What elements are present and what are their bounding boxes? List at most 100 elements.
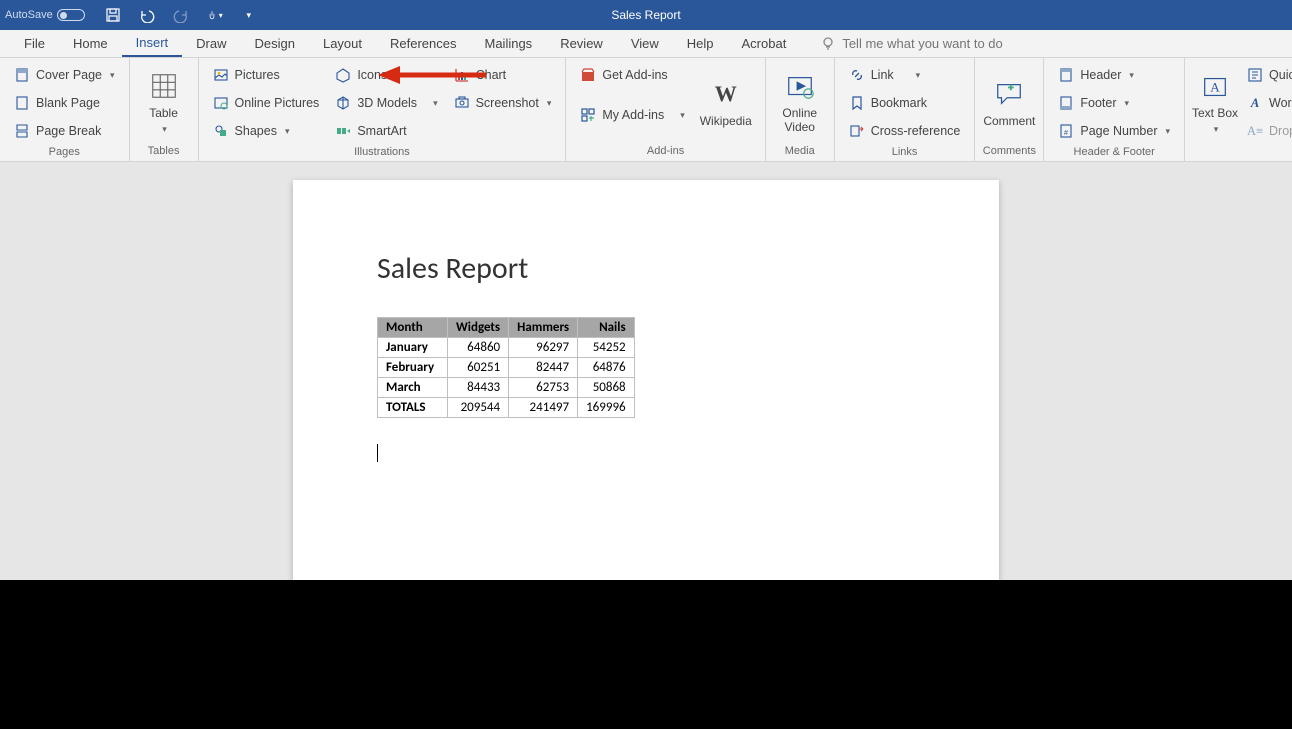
page-number-label: Page Number [1080, 124, 1157, 138]
svg-text:A: A [1210, 80, 1220, 95]
tab-design[interactable]: Design [241, 30, 309, 57]
tab-references[interactable]: References [376, 30, 470, 57]
get-addins-button[interactable]: Get Add-ins [580, 64, 684, 86]
group-addins-label: Add-ins [572, 143, 758, 161]
table-cell[interactable]: March [378, 378, 448, 398]
table-button[interactable]: Table ▾ [136, 62, 192, 143]
icons-icon [335, 67, 351, 83]
cross-reference-button[interactable]: Cross-reference [849, 120, 961, 142]
tell-me-input[interactable] [842, 36, 1062, 51]
online-pictures-label: Online Pictures [235, 96, 320, 110]
my-addins-icon [580, 107, 596, 123]
document-heading[interactable]: Sales Report [377, 250, 915, 287]
quick-parts-icon [1247, 67, 1263, 83]
tab-home[interactable]: Home [59, 30, 122, 57]
table-cell[interactable]: 241497 [509, 398, 578, 418]
online-pictures-icon [213, 95, 229, 111]
table-cell[interactable]: February [378, 358, 448, 378]
pictures-icon [213, 67, 229, 83]
sales-table[interactable]: Month Widgets Hammers Nails January 6486… [377, 317, 635, 418]
quick-parts-button[interactable]: Quick Parts▾ [1247, 64, 1292, 86]
group-header-footer: Header▾ Footer▾ #Page Number▾ Header & F… [1044, 58, 1185, 161]
wordart-button[interactable]: AWordArt▾ [1247, 92, 1292, 114]
table-cell[interactable]: 169996 [578, 398, 635, 418]
link-button[interactable]: Link▾ [849, 64, 961, 86]
text-box-button[interactable]: A Text Box▾ [1191, 62, 1239, 144]
my-addins-button[interactable]: My Add-ins▾ [580, 104, 684, 126]
table-cell[interactable]: 62753 [509, 378, 578, 398]
autosave-label: AutoSave [5, 9, 53, 21]
cross-reference-icon [849, 123, 865, 139]
page-break-icon [14, 123, 30, 139]
page-number-button[interactable]: #Page Number▾ [1058, 120, 1170, 142]
redo-icon[interactable] [173, 7, 189, 23]
chart-label: Chart [476, 68, 507, 82]
table-cell[interactable]: 54252 [578, 338, 635, 358]
group-illustrations: Pictures Online Pictures Shapes▾ Icons 3… [199, 58, 567, 161]
autosave-toggle[interactable]: AutoSave [5, 9, 85, 21]
tab-review[interactable]: Review [546, 30, 617, 57]
text-box-label: Text Box [1192, 107, 1238, 120]
table-cell[interactable]: January [378, 338, 448, 358]
wikipedia-label: Wikipedia [700, 114, 752, 128]
group-text-label: Text [1191, 144, 1292, 162]
table-cell[interactable]: 50868 [578, 378, 635, 398]
bookmark-button[interactable]: Bookmark [849, 92, 961, 114]
blank-page-button[interactable]: Blank Page [14, 92, 115, 114]
3d-models-button[interactable]: 3D Models▾ [335, 92, 437, 114]
chart-button[interactable]: Chart [454, 64, 552, 86]
table-cell[interactable]: 64860 [448, 338, 509, 358]
table-cell[interactable]: 96297 [509, 338, 578, 358]
group-media: Online Video Media [766, 58, 835, 161]
tab-acrobat[interactable]: Acrobat [728, 30, 801, 57]
table-cell[interactable]: 82447 [509, 358, 578, 378]
icons-button[interactable]: Icons [335, 64, 437, 86]
online-pictures-button[interactable]: Online Pictures [213, 92, 320, 114]
table-cell[interactable]: TOTALS [378, 398, 448, 418]
tab-view[interactable]: View [617, 30, 673, 57]
undo-icon[interactable] [139, 7, 155, 23]
shapes-icon [213, 123, 229, 139]
screenshot-button[interactable]: Screenshot▾ [454, 92, 552, 114]
table-cell[interactable]: 84433 [448, 378, 509, 398]
wordart-icon: A [1247, 95, 1263, 111]
my-addins-label: My Add-ins [602, 108, 664, 122]
group-illustrations-label: Illustrations [205, 144, 560, 162]
text-cursor [377, 444, 378, 462]
wikipedia-button[interactable]: W Wikipedia [693, 62, 759, 143]
tab-insert[interactable]: Insert [122, 30, 183, 57]
page-break-button[interactable]: Page Break [14, 120, 115, 142]
header-button[interactable]: Header▾ [1058, 64, 1170, 86]
table-header: Hammers [509, 318, 578, 338]
document-page[interactable]: Sales Report Month Widgets Hammers Nails… [293, 180, 999, 580]
pictures-button[interactable]: Pictures [213, 64, 320, 86]
table-header-row: Month Widgets Hammers Nails [378, 318, 635, 338]
shapes-button[interactable]: Shapes▾ [213, 120, 320, 142]
header-icon [1058, 67, 1074, 83]
3d-models-icon [335, 95, 351, 111]
title-bar: AutoSave ▾ ▾ Sales Report [0, 0, 1292, 30]
tab-help[interactable]: Help [673, 30, 728, 57]
comment-button[interactable]: Comment [981, 62, 1037, 143]
tell-me-search[interactable] [820, 36, 1062, 52]
footer-icon [1058, 95, 1074, 111]
table-cell[interactable]: 60251 [448, 358, 509, 378]
tab-file[interactable]: File [10, 30, 59, 57]
table-cell[interactable]: 209544 [448, 398, 509, 418]
footer-button[interactable]: Footer▾ [1058, 92, 1170, 114]
online-video-button[interactable]: Online Video [772, 62, 828, 143]
save-icon[interactable] [105, 7, 121, 23]
document-area[interactable]: Sales Report Month Widgets Hammers Nails… [0, 162, 1292, 580]
drop-cap-button[interactable]: A≡Drop Cap▾ [1247, 120, 1292, 142]
cover-page-label: Cover Page [36, 68, 102, 82]
footer-label: Footer [1080, 96, 1116, 110]
touch-mode-icon[interactable]: ▾ [207, 7, 223, 23]
table-cell[interactable]: 64876 [578, 358, 635, 378]
customize-qat-icon[interactable]: ▾ [241, 7, 257, 23]
tab-mailings[interactable]: Mailings [471, 30, 547, 57]
cover-page-button[interactable]: Cover Page▾ [14, 64, 115, 86]
tab-layout[interactable]: Layout [309, 30, 376, 57]
smartart-button[interactable]: SmartArt [335, 120, 437, 142]
tab-draw[interactable]: Draw [182, 30, 240, 57]
drop-cap-icon: A≡ [1247, 123, 1263, 139]
